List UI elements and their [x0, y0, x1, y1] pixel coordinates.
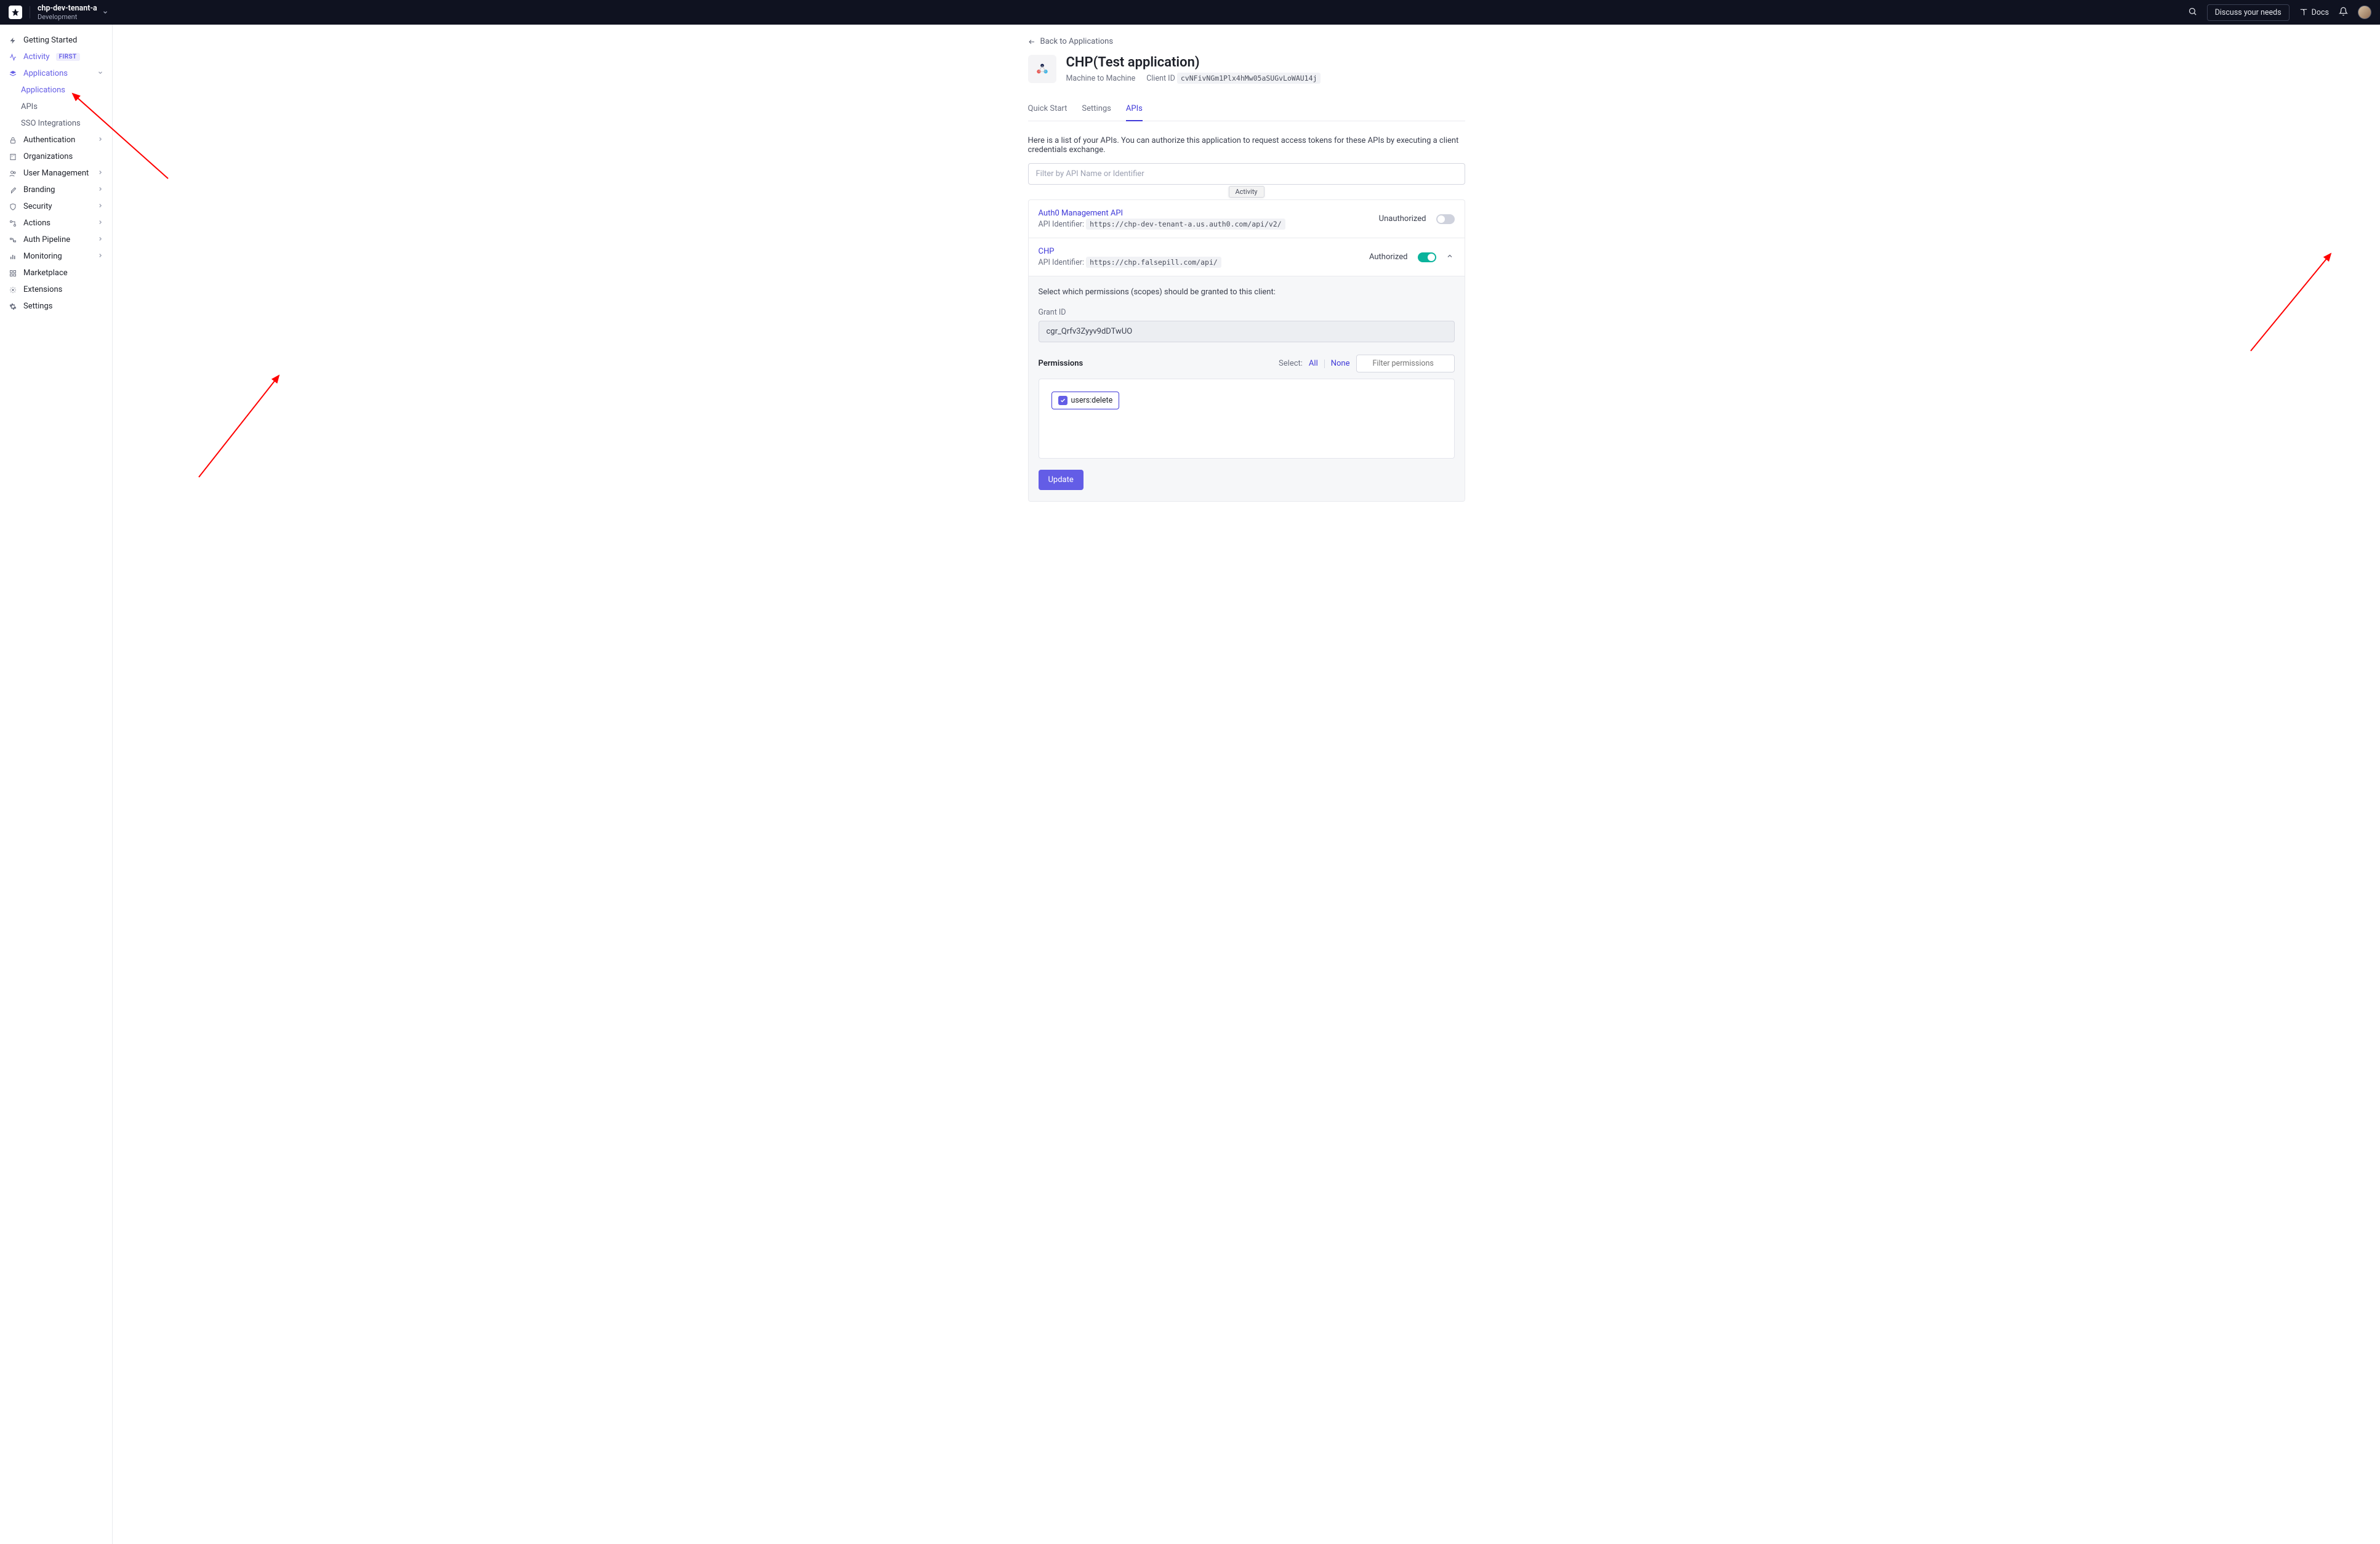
- lock-icon: [9, 136, 17, 145]
- main-content: Back to Applications CHP(Test applicatio…: [113, 25, 2380, 1544]
- users-icon: [9, 169, 17, 178]
- chevron-down-icon: [102, 9, 108, 15]
- auth-toggle-chp[interactable]: [1418, 252, 1436, 262]
- tenant-switcher[interactable]: chp-dev-tenant-a Development: [38, 4, 108, 21]
- app-avatar: [1028, 55, 1056, 83]
- tenant-env: Development: [38, 13, 97, 21]
- api-identifier: https://chp-dev-tenant-a.us.auth0.com/ap…: [1086, 219, 1285, 230]
- auth-status: Authorized: [1369, 252, 1408, 262]
- api-list: Auth0 Management API API Identifier: htt…: [1028, 199, 1465, 502]
- select-all-link[interactable]: All: [1309, 359, 1318, 368]
- api-description: Here is a list of your APIs. You can aut…: [1028, 136, 1465, 155]
- sidebar: Getting Started Activity FIRST Applicati…: [0, 25, 113, 1544]
- nav-branding[interactable]: Branding: [0, 182, 112, 198]
- client-id-value[interactable]: cvNFivNGm1Plx4hMw05aSUGvLoWAU14j: [1177, 73, 1321, 84]
- chevron-right-icon: [97, 252, 103, 261]
- annotation-arrow: [193, 366, 291, 483]
- update-button[interactable]: Update: [1039, 470, 1083, 490]
- nav-getting-started[interactable]: Getting Started: [0, 32, 112, 49]
- auth0-logo[interactable]: [9, 6, 22, 19]
- app-type: Machine to Machine: [1066, 74, 1136, 83]
- client-id-label: Client ID: [1146, 74, 1175, 83]
- first-badge: FIRST: [56, 53, 80, 61]
- chevron-right-icon: [97, 185, 103, 195]
- nav-actions[interactable]: Actions: [0, 215, 112, 231]
- scope-description: Select which permissions (scopes) should…: [1039, 287, 1455, 297]
- notifications-icon[interactable]: [2339, 7, 2348, 18]
- docs-icon: [2299, 8, 2308, 17]
- docs-link[interactable]: Docs: [2299, 8, 2329, 17]
- tooltip: Activity: [1228, 186, 1264, 198]
- annotation-arrow: [2245, 246, 2343, 357]
- arrow-left-icon: [1028, 38, 1035, 46]
- auth-toggle-mgmt[interactable]: [1436, 214, 1455, 224]
- collapse-icon[interactable]: [1446, 252, 1455, 262]
- auth-status: Unauthorized: [1379, 214, 1426, 223]
- nav-marketplace[interactable]: Marketplace: [0, 265, 112, 281]
- search-icon[interactable]: [2188, 7, 2197, 18]
- nav-sso[interactable]: SSO Integrations: [0, 115, 112, 132]
- puzzle-icon: [9, 286, 17, 294]
- discuss-button[interactable]: Discuss your needs: [2207, 4, 2290, 21]
- nav-apis[interactable]: APIs: [0, 99, 112, 115]
- nav-settings[interactable]: Settings: [0, 298, 112, 315]
- chevron-right-icon: [97, 169, 103, 178]
- nav-applications-sub[interactable]: Applications: [0, 82, 112, 99]
- nav-activity[interactable]: Activity FIRST: [0, 49, 112, 65]
- nav-authentication[interactable]: Authentication: [0, 132, 112, 148]
- api-expanded-panel: Select which permissions (scopes) should…: [1029, 276, 1465, 501]
- nav-user-management[interactable]: User Management: [0, 165, 112, 182]
- back-link[interactable]: Back to Applications: [1028, 37, 1465, 46]
- api-identifier: https://chp.falsepill.com/api/: [1086, 257, 1221, 268]
- chevron-right-icon: [97, 219, 103, 228]
- permissions-heading: Permissions: [1039, 359, 1083, 368]
- activity-icon: [9, 53, 17, 62]
- gear-icon: [9, 302, 17, 311]
- building-icon: [9, 153, 17, 161]
- nav-applications[interactable]: Applications: [0, 65, 112, 82]
- tenant-name: chp-dev-tenant-a: [38, 4, 97, 13]
- chevron-right-icon: [97, 202, 103, 211]
- nav-extensions[interactable]: Extensions: [0, 281, 112, 298]
- permissions-container: users:delete: [1039, 379, 1455, 459]
- shield-icon: [9, 203, 17, 211]
- select-none-link[interactable]: None: [1331, 359, 1350, 368]
- app-title: CHP(Test application): [1066, 55, 1321, 70]
- molecule-icon: [1034, 60, 1051, 78]
- tab-settings[interactable]: Settings: [1082, 99, 1111, 121]
- permission-filter-input[interactable]: [1356, 355, 1455, 372]
- tabs: Quick Start Settings APIs: [1028, 99, 1465, 121]
- chevron-down-icon: [97, 69, 103, 78]
- nav-organizations[interactable]: Organizations: [0, 148, 112, 165]
- select-label: Select:: [1279, 359, 1303, 368]
- nav-auth-pipeline[interactable]: Auth Pipeline: [0, 231, 112, 248]
- tab-quick-start[interactable]: Quick Start: [1028, 99, 1067, 121]
- nav-security[interactable]: Security: [0, 198, 112, 215]
- api-name-link[interactable]: CHP: [1039, 247, 1359, 256]
- api-name-link[interactable]: Auth0 Management API: [1039, 209, 1369, 218]
- tab-apis[interactable]: APIs: [1126, 99, 1143, 121]
- bolt-icon: [9, 36, 17, 45]
- grant-id-label: Grant ID: [1039, 308, 1455, 317]
- bar-chart-icon: [9, 252, 17, 261]
- nav-monitoring[interactable]: Monitoring: [0, 248, 112, 265]
- api-row-mgmt: Auth0 Management API API Identifier: htt…: [1029, 200, 1465, 238]
- checkbox-checked-icon: [1058, 396, 1067, 405]
- api-row-chp: CHP API Identifier: https://chp.falsepil…: [1029, 238, 1465, 276]
- grant-id-field[interactable]: [1039, 321, 1455, 342]
- chevron-right-icon: [97, 135, 103, 145]
- divider: [1324, 360, 1325, 368]
- permission-users-delete[interactable]: users:delete: [1051, 392, 1120, 409]
- layers-icon: [9, 70, 17, 78]
- flow-icon: [9, 219, 17, 228]
- topbar: chp-dev-tenant-a Development Discuss you…: [0, 0, 2380, 25]
- brush-icon: [9, 186, 17, 195]
- chevron-right-icon: [97, 235, 103, 244]
- grid-icon: [9, 269, 17, 278]
- pipeline-icon: [9, 236, 17, 244]
- api-filter-input[interactable]: [1028, 163, 1465, 185]
- user-avatar[interactable]: [2358, 6, 2371, 19]
